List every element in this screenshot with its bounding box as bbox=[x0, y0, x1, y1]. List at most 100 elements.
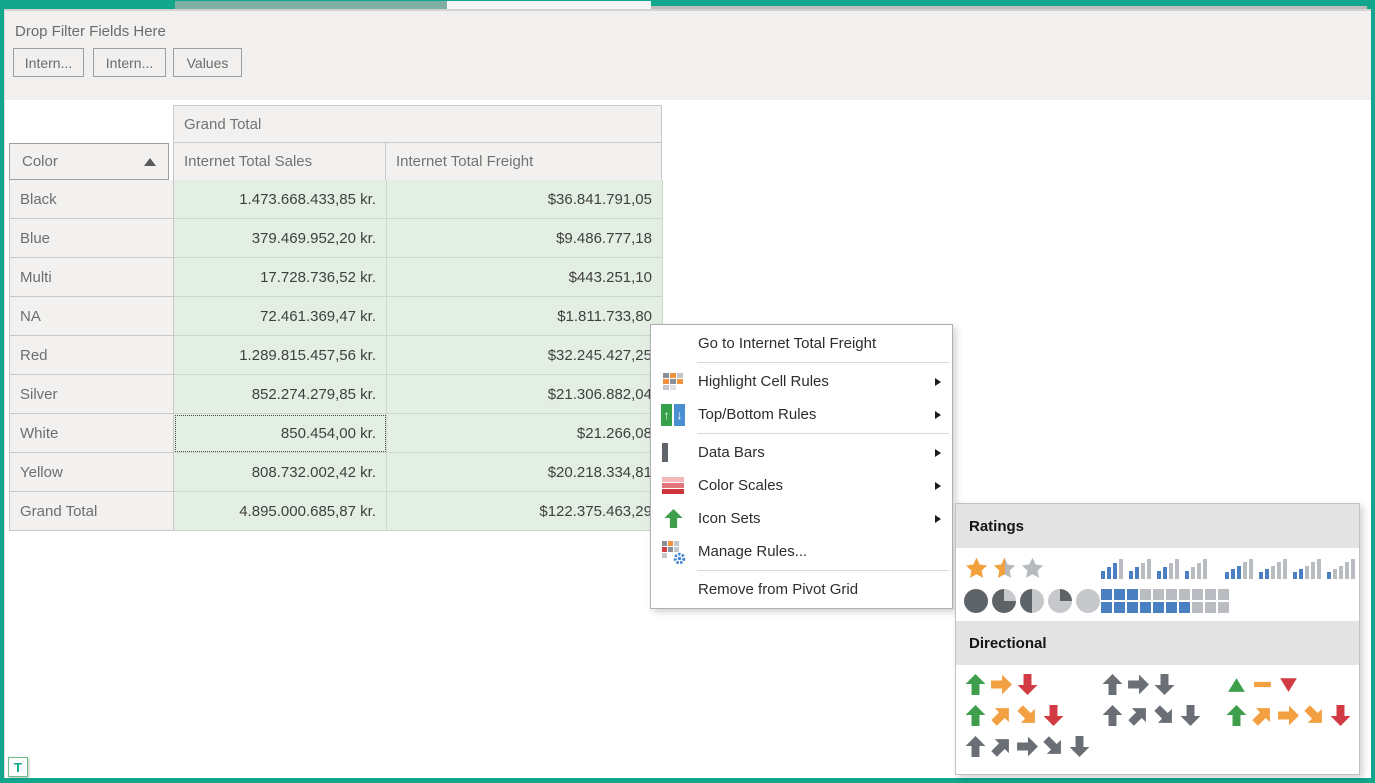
down-right-arrow-icon bbox=[1303, 704, 1326, 727]
down-arrow-icon bbox=[1329, 704, 1352, 727]
field-button-internet-1[interactable]: Intern... bbox=[13, 48, 84, 77]
row-label[interactable]: Silver bbox=[10, 375, 174, 414]
icon-set-5-arrows-colored[interactable] bbox=[1225, 704, 1359, 727]
menu-item-manage-rules[interactable]: Manage Rules... bbox=[651, 535, 952, 568]
inactive-tab[interactable] bbox=[175, 1, 447, 9]
icon-set-3-arrows-gray[interactable] bbox=[1101, 673, 1225, 696]
directional-section-body bbox=[956, 665, 1359, 758]
icon-set-4-arrows-colored[interactable] bbox=[964, 704, 1101, 727]
row-label[interactable]: NA bbox=[10, 297, 174, 336]
filter-header-area[interactable]: Drop Filter Fields Here Intern... Intern… bbox=[5, 11, 1371, 100]
manage-rules-icon bbox=[660, 539, 686, 565]
quarter-pie-0-icon bbox=[1076, 589, 1100, 613]
highlight-cell-rules-icon bbox=[660, 369, 686, 395]
empty-icon-slot bbox=[660, 331, 686, 357]
row-field-button-color[interactable]: Color bbox=[9, 143, 169, 180]
menu-item-remove-from-pivot-grid[interactable]: Remove from Pivot Grid bbox=[651, 573, 952, 606]
row-label[interactable]: White bbox=[10, 414, 174, 453]
cell-sales[interactable]: 1.473.668.433,85 kr. bbox=[174, 180, 387, 219]
submenu-arrow-icon bbox=[935, 482, 941, 490]
icon-set-4-arrows-gray[interactable] bbox=[1101, 704, 1225, 727]
row-label[interactable]: Red bbox=[10, 336, 174, 375]
cell-freight[interactable]: $32.245.427,25 bbox=[387, 336, 663, 375]
menu-item-icon-sets[interactable]: Icon Sets bbox=[651, 502, 952, 535]
row-label[interactable]: Black bbox=[10, 180, 174, 219]
gallery-section-ratings-header: Ratings bbox=[956, 504, 1359, 548]
cell-freight[interactable]: $1.811.733,80 bbox=[387, 297, 663, 336]
down-right-arrow-icon bbox=[1016, 704, 1039, 727]
icon-set-3-stars[interactable] bbox=[964, 556, 1101, 581]
window-border-right bbox=[1371, 9, 1375, 783]
cell-freight[interactable]: $122.375.463,29 bbox=[387, 492, 663, 531]
app-corner-badge[interactable]: T bbox=[8, 757, 28, 777]
cell-sales[interactable]: 1.289.815.457,56 kr. bbox=[174, 336, 387, 375]
icon-set-5-ratings[interactable] bbox=[1225, 559, 1359, 579]
cell-freight[interactable]: $443.251,10 bbox=[387, 258, 663, 297]
rating-bars-icon bbox=[1101, 559, 1123, 579]
tri-down-arrow-icon bbox=[1277, 673, 1300, 696]
icon-sets-icon bbox=[660, 506, 686, 532]
data-bars-icon bbox=[660, 440, 686, 466]
cell-sales[interactable]: 379.469.952,20 kr. bbox=[174, 219, 387, 258]
pivot-grid-window: Drop Filter Fields Here Intern... Intern… bbox=[0, 0, 1375, 783]
cell-freight[interactable]: $9.486.777,18 bbox=[387, 219, 663, 258]
color-scales-icon bbox=[660, 473, 686, 499]
icon-set-5-arrows-gray[interactable] bbox=[964, 735, 1101, 758]
menu-separator bbox=[697, 433, 949, 434]
drop-filter-fields-label: Drop Filter Fields Here bbox=[15, 23, 166, 40]
icon-set-4-ratings[interactable] bbox=[1101, 559, 1225, 579]
icon-set-3-arrows-colored[interactable] bbox=[964, 673, 1101, 696]
cell-sales[interactable]: 72.461.369,47 kr. bbox=[174, 297, 387, 336]
menu-item-color-scales[interactable]: Color Scales bbox=[651, 469, 952, 502]
row-label-grand-total[interactable]: Grand Total bbox=[10, 492, 174, 531]
submenu-arrow-icon bbox=[935, 449, 941, 457]
conditional-formatting-context-menu: Go to Internet Total Freight Highlight C… bbox=[650, 324, 953, 609]
half-star-icon bbox=[992, 556, 1017, 581]
down-arrow-icon bbox=[1153, 673, 1176, 696]
icon-set-3-triangles[interactable] bbox=[1225, 673, 1359, 696]
icon-set-5-boxes[interactable] bbox=[1101, 589, 1225, 613]
cell-sales[interactable]: 808.732.002,42 kr. bbox=[174, 453, 387, 492]
column-header-internet-total-sales[interactable]: Internet Total Sales bbox=[173, 142, 386, 181]
column-header-internet-total-freight[interactable]: Internet Total Freight bbox=[385, 142, 662, 181]
cell-freight[interactable]: $20.218.334,81 bbox=[387, 453, 663, 492]
active-tab[interactable] bbox=[447, 1, 651, 9]
quarter-pie-100-icon bbox=[964, 589, 988, 613]
rating-bars-icon bbox=[1259, 559, 1287, 579]
row-label[interactable]: Blue bbox=[10, 219, 174, 258]
down-arrow-icon bbox=[1016, 673, 1039, 696]
down-arrow-icon bbox=[1042, 704, 1065, 727]
cell-freight[interactable]: $21.306.882,04 bbox=[387, 375, 663, 414]
cell-freight[interactable]: $36.841.791,05 bbox=[387, 180, 663, 219]
cell-sales[interactable]: 4.895.000.685,87 kr. bbox=[174, 492, 387, 531]
pivot-data-grid: Black 1.473.668.433,85 kr. $36.841.791,0… bbox=[9, 180, 663, 531]
up-right-arrow-icon bbox=[990, 735, 1013, 758]
window-border-bottom bbox=[0, 778, 1375, 783]
menu-item-data-bars[interactable]: Data Bars bbox=[651, 436, 952, 469]
cell-freight[interactable]: $21.266,08 bbox=[387, 414, 663, 453]
ratings-section-body bbox=[956, 548, 1359, 621]
rating-bars-icon bbox=[1157, 559, 1179, 579]
field-button-values[interactable]: Values bbox=[173, 48, 242, 77]
column-header-grand-total[interactable]: Grand Total bbox=[173, 105, 662, 143]
row-label[interactable]: Multi bbox=[10, 258, 174, 297]
quarter-pie-75-icon bbox=[992, 589, 1016, 613]
full-star-icon bbox=[964, 556, 989, 581]
sort-ascending-icon bbox=[144, 158, 156, 166]
quarter-pie-50-icon bbox=[1020, 589, 1044, 613]
row-label[interactable]: Yellow bbox=[10, 453, 174, 492]
right-arrow-icon bbox=[1127, 673, 1150, 696]
menu-item-go-to[interactable]: Go to Internet Total Freight bbox=[651, 327, 952, 360]
right-arrow-icon bbox=[1016, 735, 1039, 758]
cell-sales-focused[interactable]: 850.454,00 kr. bbox=[174, 414, 387, 453]
menu-item-top-bottom-rules[interactable]: ↑↓ Top/Bottom Rules bbox=[651, 398, 952, 431]
icon-set-5-quarters[interactable] bbox=[964, 589, 1101, 613]
cell-sales[interactable]: 17.728.736,52 kr. bbox=[174, 258, 387, 297]
dash-arrow-icon bbox=[1251, 673, 1274, 696]
menu-item-highlight-cell-rules[interactable]: Highlight Cell Rules bbox=[651, 365, 952, 398]
cell-sales[interactable]: 852.274.279,85 kr. bbox=[174, 375, 387, 414]
field-button-internet-2[interactable]: Intern... bbox=[93, 48, 166, 77]
tri-up-arrow-icon bbox=[1225, 673, 1248, 696]
up-arrow-icon bbox=[964, 673, 987, 696]
rating-bars-icon bbox=[1293, 559, 1321, 579]
